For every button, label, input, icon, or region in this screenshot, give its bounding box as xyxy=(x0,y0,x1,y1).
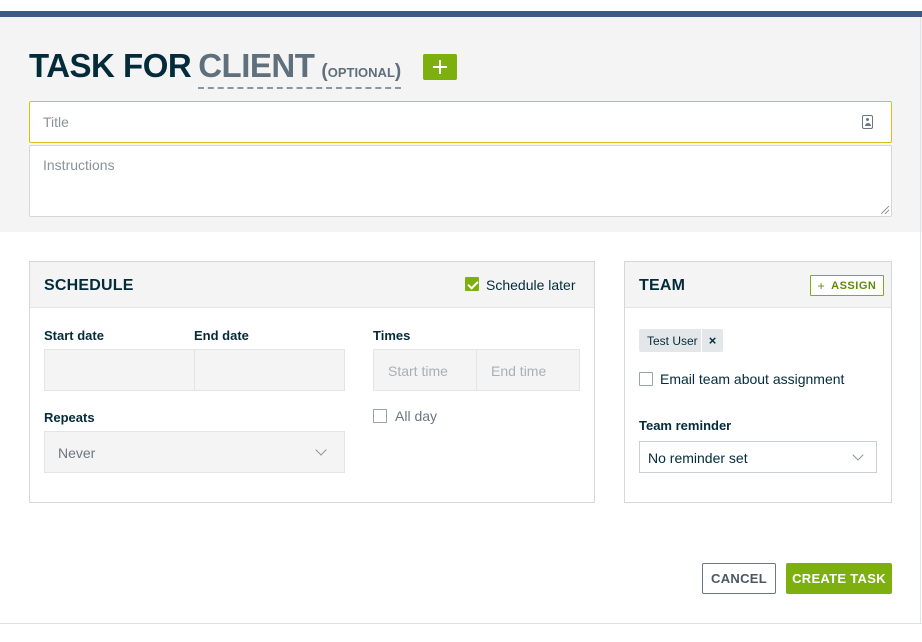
create-task-button[interactable]: CREATE TASK xyxy=(786,563,892,594)
team-card-header: TEAM + ASSIGN xyxy=(625,262,891,308)
end-time-placeholder: End time xyxy=(491,363,547,379)
email-team-label[interactable]: Email team about assignment xyxy=(660,371,844,387)
start-date-input[interactable] xyxy=(44,349,195,391)
team-reminder-select[interactable]: No reminder set xyxy=(639,441,877,473)
assigned-user-chip: Test User × xyxy=(639,329,723,352)
team-reminder-value: No reminder set xyxy=(648,450,748,466)
all-day-label[interactable]: All day xyxy=(395,408,437,424)
chevron-down-icon xyxy=(315,444,327,456)
assign-button[interactable]: + ASSIGN xyxy=(810,275,884,296)
page-title: TASK FOR CLIENT (OPTIONAL) xyxy=(29,47,402,89)
cancel-button[interactable]: CANCEL xyxy=(702,563,776,594)
right-edge-divider xyxy=(920,17,921,623)
end-time-input[interactable]: End time xyxy=(476,349,580,391)
team-card: TEAM + ASSIGN Test User × Email team abo… xyxy=(624,261,892,503)
schedule-heading: SCHEDULE xyxy=(44,277,134,294)
repeats-select[interactable]: Never xyxy=(44,431,345,473)
team-heading: TEAM xyxy=(639,277,686,294)
repeats-label: Repeats xyxy=(44,410,95,425)
client-selector-link[interactable]: CLIENT (OPTIONAL) xyxy=(198,47,402,89)
end-date-input[interactable] xyxy=(194,349,345,391)
bottom-divider xyxy=(0,623,922,624)
start-date-label: Start date xyxy=(44,328,104,343)
instructions-input[interactable] xyxy=(30,146,891,216)
assigned-user-name: Test User xyxy=(647,333,698,348)
client-text: CLIENT xyxy=(198,47,315,84)
all-day-checkbox[interactable] xyxy=(373,409,387,423)
plus-icon: + xyxy=(817,278,826,293)
remove-user-icon[interactable]: × xyxy=(701,329,723,352)
team-reminder-label: Team reminder xyxy=(639,418,732,433)
schedule-card: SCHEDULE Schedule later Start date End d… xyxy=(29,261,595,503)
title-input[interactable] xyxy=(30,102,891,142)
schedule-card-header: SCHEDULE Schedule later xyxy=(30,262,594,308)
assign-label: ASSIGN xyxy=(831,279,877,292)
schedule-later-label[interactable]: Schedule later xyxy=(486,277,576,293)
end-date-label: End date xyxy=(194,328,249,343)
task-for-text: TASK FOR xyxy=(29,47,192,84)
optional-text: (OPTIONAL) xyxy=(321,61,402,82)
schedule-later-checkbox[interactable] xyxy=(465,277,479,291)
instructions-field[interactable] xyxy=(29,145,892,217)
start-time-input[interactable]: Start time xyxy=(373,349,477,391)
contact-card-icon[interactable] xyxy=(862,115,873,129)
times-label: Times xyxy=(373,328,411,343)
title-field[interactable] xyxy=(29,101,892,143)
add-client-button[interactable] xyxy=(423,54,457,80)
resize-grip-icon[interactable] xyxy=(881,206,889,214)
start-time-placeholder: Start time xyxy=(388,363,448,379)
repeats-value: Never xyxy=(58,445,96,461)
chevron-down-icon xyxy=(852,449,864,461)
email-team-checkbox[interactable] xyxy=(639,372,653,386)
